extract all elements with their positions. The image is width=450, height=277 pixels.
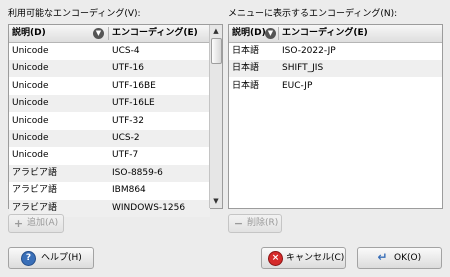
list-item[interactable]: Unicode UTF-32 — [9, 113, 210, 130]
encoding-cell: UCS-2 — [112, 133, 140, 143]
list-item[interactable]: Unicode UTF-16BE — [9, 78, 210, 95]
remove-button[interactable]: − 削除(R) — [228, 214, 282, 233]
encoding-cell: UTF-16BE — [112, 80, 156, 91]
list-header: 説明(D) ▼ エンコーディング(E) — [9, 25, 210, 43]
list-header: 説明(D) ▼ エンコーディング(E) — [229, 25, 442, 43]
vertical-scrollbar[interactable]: ▲ ▼ — [209, 25, 222, 208]
add-button[interactable]: + 追加(A) — [8, 214, 64, 233]
cancel-icon: × — [268, 251, 283, 266]
list-item[interactable]: アラビア語 IBM864 — [9, 182, 210, 199]
help-icon: ? — [21, 251, 36, 266]
description-cell: Unicode — [12, 98, 49, 109]
encoding-cell: IBM864 — [112, 185, 146, 196]
list-item[interactable]: Unicode UTF-16 — [9, 60, 210, 78]
scroll-up-icon[interactable]: ▲ — [210, 26, 222, 37]
encoding-cell: SHIFT_JIS — [282, 63, 324, 74]
encoding-cell: UTF-32 — [112, 115, 144, 126]
enter-arrow-icon: ↵ — [377, 250, 388, 264]
minus-icon: − — [233, 217, 244, 230]
encoding-cell: WINDOWS-1256 — [112, 202, 186, 213]
cancel-button[interactable]: × キャンセル(C) — [261, 247, 346, 269]
encoding-cell: UTF-16 — [112, 63, 144, 74]
list-item[interactable]: Unicode UTF-7 — [9, 147, 210, 164]
encoding-cell: EUC-JP — [282, 80, 313, 91]
menu-encodings-label: メニューに表示するエンコーディング(N): — [228, 9, 398, 19]
encoding-cell: ISO-8859-6 — [112, 167, 163, 178]
available-encodings-list[interactable]: 説明(D) ▼ エンコーディング(E) Unicode UCS-4 Unicode U… — [8, 24, 223, 217]
column-header-encoding[interactable]: エンコーディング(E) — [109, 25, 210, 42]
encoding-cell: UTF-7 — [112, 150, 139, 161]
available-encodings-label: 利用可能なエンコーディング(V): — [8, 9, 141, 19]
scrollbar-thumb[interactable] — [211, 38, 222, 64]
ok-button[interactable]: ↵ OK(O) — [357, 247, 442, 269]
encoding-cell: UTF-16LE — [112, 98, 155, 109]
list-item[interactable]: アラビア語 ISO-8859-6 — [9, 164, 210, 182]
description-cell: 日本語 — [232, 80, 260, 91]
list-item[interactable]: 日本語 ISO-2022-JP — [229, 43, 442, 60]
description-cell: Unicode — [12, 115, 49, 126]
description-cell: Unicode — [12, 80, 49, 91]
column-header-encoding[interactable]: エンコーディング(E) — [279, 25, 442, 42]
description-cell: Unicode — [12, 150, 49, 161]
scroll-down-icon[interactable]: ▼ — [210, 196, 222, 207]
list-item[interactable]: Unicode UCS-2 — [9, 130, 210, 147]
help-button[interactable]: ? ヘルプ(H) — [8, 247, 94, 269]
description-cell: 日本語 — [232, 63, 260, 74]
encoding-cell: UCS-4 — [112, 46, 140, 56]
menu-encodings-list[interactable]: 説明(D) ▼ エンコーディング(E) 日本語 ISO-2022-JP 日本語 SHI… — [228, 24, 443, 209]
list-item[interactable]: 日本語 SHIFT_JIS — [229, 60, 442, 78]
list-item[interactable]: Unicode UCS-4 — [9, 43, 210, 60]
description-cell: Unicode — [12, 46, 49, 56]
list-item[interactable]: Unicode UTF-16LE — [9, 95, 210, 113]
plus-icon: + — [13, 217, 24, 230]
description-cell: アラビア語 — [12, 167, 58, 178]
description-cell: Unicode — [12, 63, 49, 74]
description-cell: アラビア語 — [12, 185, 58, 196]
sort-descending-icon[interactable]: ▼ — [93, 28, 104, 39]
description-cell: Unicode — [12, 133, 49, 143]
description-cell: 日本語 — [232, 46, 260, 56]
encoding-cell: ISO-2022-JP — [282, 46, 336, 56]
sort-descending-icon[interactable]: ▼ — [265, 28, 276, 39]
list-item[interactable]: 日本語 EUC-JP — [229, 78, 442, 95]
